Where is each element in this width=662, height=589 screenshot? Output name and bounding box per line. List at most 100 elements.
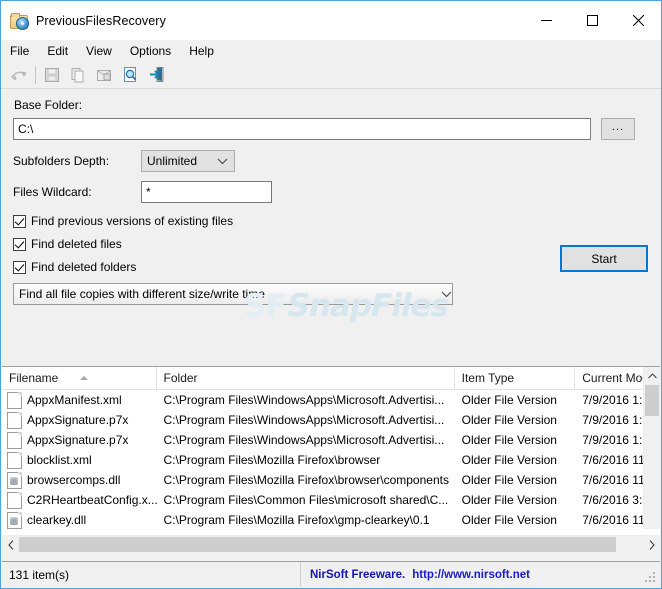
filename-text: clearkey.dll: [27, 513, 87, 527]
cell-item-type: Older File Version: [461, 413, 557, 427]
list-header: Filename Folder Item Type Current Mod: [2, 367, 660, 390]
filename-text: AppxSignature.p7x: [27, 433, 129, 447]
copy-button[interactable]: [65, 63, 91, 87]
toolbar: [1, 61, 661, 89]
properties-icon: [97, 69, 111, 81]
exit-icon: [149, 67, 163, 82]
files-wildcard-input[interactable]: *: [141, 181, 272, 203]
properties-button[interactable]: [91, 63, 117, 87]
checkbox-icon: [13, 214, 26, 228]
cell-filename: AppxManifest.xml: [2, 391, 157, 409]
subfolders-depth-select[interactable]: Unlimited: [141, 150, 235, 172]
column-label: Filename: [9, 371, 59, 385]
cell-filename: AppxSignature.p7x: [2, 431, 157, 449]
resize-grip[interactable]: [645, 572, 657, 584]
menu-file[interactable]: File: [10, 42, 38, 60]
vertical-scroll-thumb[interactable]: [645, 385, 659, 416]
cell-filename: C2RHeartbeatConfig.x...: [2, 491, 157, 509]
file-icon: [7, 391, 22, 409]
vertical-scrollbar[interactable]: [643, 367, 660, 529]
credit-text: NirSoft Freeware.: [310, 568, 406, 581]
scan-mode-value: Find all file copies with different size…: [19, 287, 265, 301]
menu-help[interactable]: Help: [189, 42, 223, 60]
checkbox-label: Find deleted folders: [31, 260, 137, 274]
subfolders-depth-label: Subfolders Depth:: [13, 154, 110, 168]
toolbar-separator: [35, 65, 36, 84]
menu-options[interactable]: Options: [130, 42, 180, 60]
table-row[interactable]: C2RHeartbeatConfig.x... C:\Program Files…: [2, 490, 660, 510]
cell-folder: C:\Program Files\Mozilla Firefox\browser…: [163, 473, 449, 487]
cell-filename: browsercomps.dll: [2, 471, 157, 489]
close-button[interactable]: [615, 1, 661, 40]
exit-button[interactable]: [143, 63, 169, 87]
horizontal-scrollbar[interactable]: [2, 535, 660, 553]
application-window: PreviousFilesRecovery File Edit View Opt…: [0, 0, 662, 589]
scroll-left-arrow-icon[interactable]: [2, 536, 19, 553]
subfolders-depth-value: Unlimited: [147, 154, 198, 168]
horizontal-scroll-track[interactable]: [19, 536, 643, 553]
menu-view[interactable]: View: [86, 42, 121, 60]
column-label: Current Mod: [582, 371, 649, 385]
table-row[interactable]: clearkey.dll C:\Program Files\Mozilla Fi…: [2, 510, 660, 530]
browse-button[interactable]: ...: [601, 118, 635, 140]
list-body[interactable]: AppxManifest.xml C:\Program Files\Window…: [2, 390, 660, 530]
column-label: Item Type: [461, 371, 515, 385]
base-folder-row: C:\ ...: [13, 118, 651, 140]
start-button[interactable]: Start: [560, 245, 648, 272]
chevron-down-icon: [441, 287, 452, 301]
checkbox-find-previous-versions[interactable]: Find previous versions of existing files: [13, 214, 651, 228]
column-label: Folder: [163, 371, 198, 385]
cell-item-type: Older File Version: [461, 393, 557, 407]
column-header-filename[interactable]: Filename: [2, 367, 157, 389]
cell-filename: clearkey.dll: [2, 511, 157, 529]
open-scan-button[interactable]: [6, 63, 32, 87]
file-icon: [7, 451, 22, 469]
scroll-right-arrow-icon[interactable]: [643, 536, 660, 553]
checkbox-find-deleted-folders[interactable]: Find deleted folders: [13, 260, 651, 274]
filename-text: browsercomps.dll: [27, 473, 121, 487]
table-row[interactable]: browsercomps.dll C:\Program Files\Mozill…: [2, 470, 660, 490]
status-bar: 131 item(s) NirSoft Freeware. http://www…: [2, 561, 660, 587]
filename-text: AppxManifest.xml: [27, 393, 122, 407]
cell-item-type: Older File Version: [461, 513, 557, 527]
cell-item-type: Older File Version: [461, 433, 557, 447]
dll-file-icon: [7, 511, 22, 529]
horizontal-scroll-thumb[interactable]: [19, 537, 616, 552]
results-list: Filename Folder Item Type Current Mod Ap…: [2, 366, 660, 553]
table-row[interactable]: AppxSignature.p7x C:\Program Files\Windo…: [2, 410, 660, 430]
cell-folder: C:\Program Files\Mozilla Firefox\gmp-cle…: [163, 513, 430, 527]
menu-edit[interactable]: Edit: [47, 42, 77, 60]
status-credit[interactable]: NirSoft Freeware. http://www.nirsoft.net: [301, 562, 660, 587]
maximize-button[interactable]: [569, 1, 615, 40]
title-bar: PreviousFilesRecovery: [1, 1, 661, 40]
scroll-up-arrow-icon[interactable]: [644, 367, 660, 384]
base-folder-label: Base Folder:: [14, 98, 83, 112]
base-folder-input[interactable]: C:\: [13, 118, 591, 140]
window-controls: [523, 1, 661, 40]
save-button[interactable]: [39, 63, 65, 87]
close-icon: [632, 15, 644, 26]
checkbox-find-deleted-files[interactable]: Find deleted files: [13, 237, 651, 251]
find-button[interactable]: [117, 63, 143, 87]
table-row[interactable]: AppxManifest.xml C:\Program Files\Window…: [2, 390, 660, 410]
cell-folder: C:\Program Files\WindowsApps\Microsoft.A…: [163, 433, 445, 447]
start-button-container: Start: [560, 245, 648, 272]
filename-text: blocklist.xml: [27, 453, 92, 467]
files-wildcard-row: Files Wildcard: *: [13, 181, 651, 203]
credit-url[interactable]: http://www.nirsoft.net: [412, 569, 530, 581]
column-header-item-type[interactable]: Item Type: [455, 367, 576, 389]
status-item-count: 131 item(s): [2, 562, 301, 587]
table-row[interactable]: blocklist.xml C:\Program Files\Mozilla F…: [2, 450, 660, 470]
cell-folder: C:\Program Files\Mozilla Firefox\browser: [163, 453, 381, 467]
cell-folder: C:\Program Files\WindowsApps\Microsoft.A…: [163, 413, 445, 427]
maximize-icon: [586, 15, 598, 26]
scan-mode-select[interactable]: Find all file copies with different size…: [13, 283, 453, 305]
minimize-button[interactable]: [523, 1, 569, 40]
cell-item-type: Older File Version: [461, 493, 557, 507]
cell-folder: C:\Program Files\WindowsApps\Microsoft.A…: [163, 393, 445, 407]
column-header-folder[interactable]: Folder: [157, 367, 455, 389]
copy-icon: [71, 67, 84, 82]
table-row[interactable]: AppxSignature.p7x C:\Program Files\Windo…: [2, 430, 660, 450]
save-icon: [45, 67, 59, 82]
checkbox-label: Find deleted files: [31, 237, 122, 251]
